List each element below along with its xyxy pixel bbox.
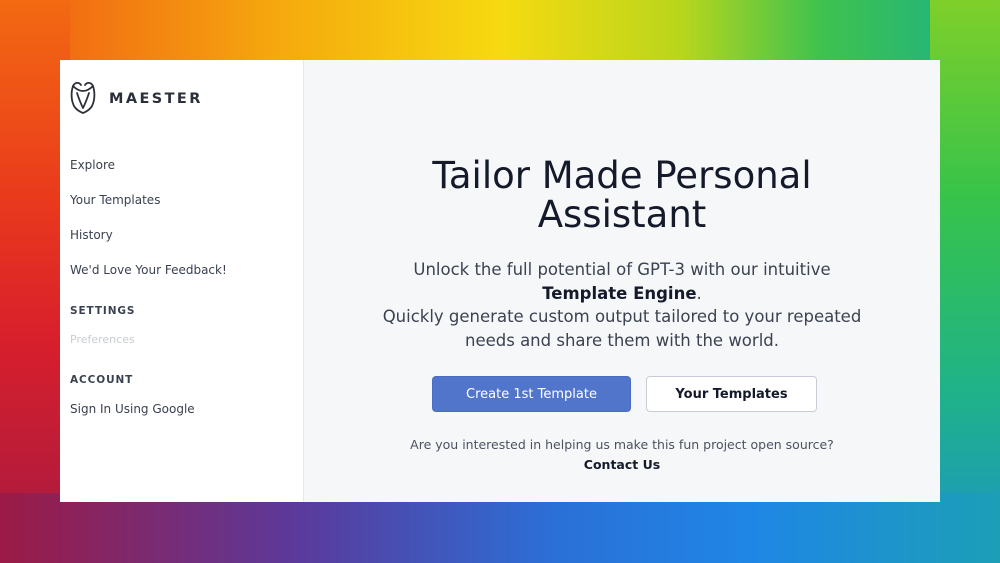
create-first-template-button[interactable]: Create 1st Template [432,376,631,412]
description-period: . [696,283,702,303]
page-title-line-2: Assistant [537,193,707,236]
open-source-question: Are you interested in helping us make th… [410,437,834,452]
account-heading: ACCOUNT [70,374,134,386]
page-title-line-1: Tailor Made Personal [432,154,812,197]
sidebar-item-your-templates[interactable]: Your Templates [70,193,227,228]
app-window: MAESTER Explore Your Templates History W… [60,60,940,502]
sidebar-item-history[interactable]: History [70,228,227,263]
description-line-3: Quickly generate custom output tailored … [382,307,862,326]
sidebar-nav: Explore Your Templates History We'd Love… [70,158,227,298]
template-engine-highlight: Template Engine [542,283,697,303]
background-gradient-right [930,0,1000,563]
description-line-1: Unlock the full potential of GPT-3 with … [413,260,831,279]
sidebar: MAESTER Explore Your Templates History W… [60,60,304,502]
sidebar-item-preferences: Preferences [70,333,135,346]
brand-name: MAESTER [109,91,203,107]
your-templates-button[interactable]: Your Templates [646,376,817,412]
description-line-4: needs and share them with the world. [465,330,779,350]
brand[interactable]: MAESTER [69,80,203,118]
settings-heading: SETTINGS [70,305,136,317]
sign-in-google-link[interactable]: Sign In Using Google [70,402,195,416]
sidebar-item-explore[interactable]: Explore [70,158,227,193]
maester-logo-icon [69,80,97,118]
hero-description: Unlock the full potential of GPT-3 with … [304,258,940,352]
main-content: Tailor Made Personal Assistant Unlock th… [304,60,940,502]
contact-us-link[interactable]: Contact Us [304,457,940,472]
page-title: Tailor Made Personal Assistant [304,156,940,234]
sidebar-item-feedback[interactable]: We'd Love Your Feedback! [70,263,227,298]
background-gradient-bottom [0,493,1000,563]
